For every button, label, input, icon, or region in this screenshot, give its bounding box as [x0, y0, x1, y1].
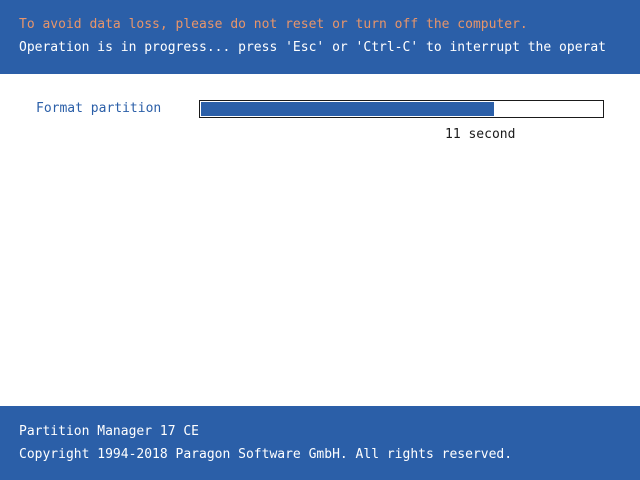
time-remaining: 11 second [445, 127, 516, 142]
copyright-notice: Copyright 1994-2018 Paragon Software Gmb… [19, 447, 513, 462]
warning-message: To avoid data loss, please do not reset … [19, 17, 528, 32]
progress-bar-fill [201, 102, 494, 116]
operation-status-message: Operation is in progress... press 'Esc' … [19, 40, 606, 55]
header-banner: To avoid data loss, please do not reset … [0, 0, 640, 74]
product-name: Partition Manager 17 CE [19, 424, 200, 439]
progress-bar [199, 100, 604, 118]
footer-banner: Partition Manager 17 CE Copyright 1994-2… [0, 406, 640, 480]
main-panel: Format partition 11 second [0, 74, 640, 406]
operation-label: Format partition [36, 101, 162, 116]
